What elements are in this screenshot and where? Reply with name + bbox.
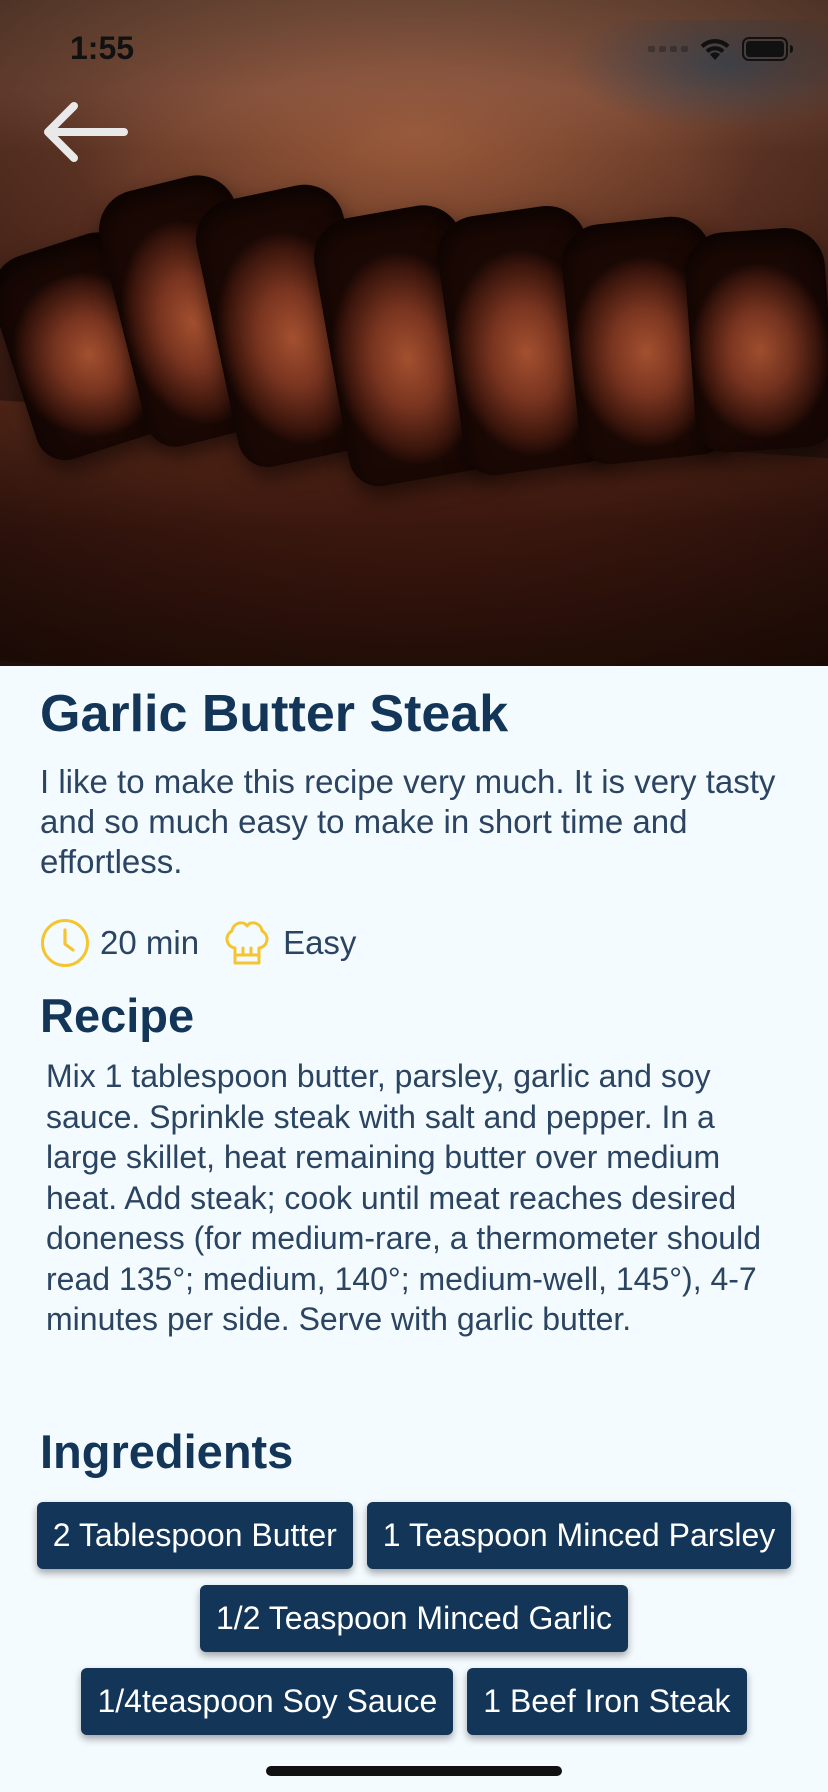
ingredient-chip[interactable]: 1 Teaspoon Minced Parsley <box>366 1502 792 1569</box>
ingredient-chip[interactable]: 1/4teaspoon Soy Sauce <box>81 1668 454 1735</box>
cook-time: 20 min <box>40 918 199 968</box>
clock-icon <box>41 919 89 967</box>
ingredient-chip[interactable]: 2 Tablespoon Butter <box>36 1502 353 1569</box>
ingredients-heading: Ingredients <box>40 1425 294 1478</box>
difficulty: Easy <box>221 917 356 969</box>
recipe-heading: Recipe <box>40 989 195 1042</box>
ingredient-chip[interactable]: 1/2 Teaspoon Minced Garlic <box>199 1585 629 1652</box>
wifi-icon <box>700 38 730 60</box>
battery-icon <box>742 37 793 61</box>
recipe-title: Garlic Butter Steak <box>40 685 509 743</box>
status-time: 1:55 <box>70 30 135 66</box>
difficulty-label: Easy <box>283 924 357 961</box>
back-arrow-icon <box>44 102 128 162</box>
recipe-meta: 20 min Easy <box>40 916 356 970</box>
back-button[interactable] <box>36 96 132 168</box>
recipe-description: I like to make this recipe very much. It… <box>40 763 776 880</box>
chef-hat-icon <box>225 921 269 965</box>
status-icons <box>648 36 794 62</box>
ingredient-chip[interactable]: 1 Beef Iron Steak <box>467 1668 747 1735</box>
recipe-instructions: Mix 1 tablespoon butter, parsley, garlic… <box>46 1058 761 1337</box>
cellular-signal-icon <box>648 46 688 52</box>
ingredients-list: 2 Tablespoon Butter 1 Teaspoon Minced Pa… <box>20 1502 808 1751</box>
cook-time-label: 20 min <box>100 924 200 961</box>
home-indicator[interactable] <box>266 1766 562 1776</box>
